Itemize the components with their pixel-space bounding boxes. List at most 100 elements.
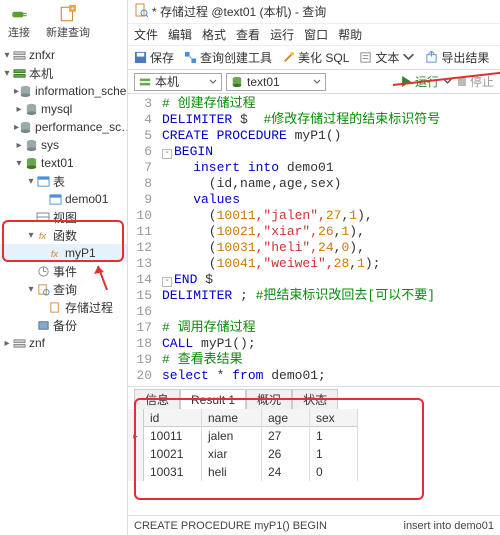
col-name[interactable]: name [202,409,262,427]
connection-tree[interactable]: ▾znfxr ▾本机 ▸information_sche… ▸mysql ▸pe… [0,42,127,356]
col-age[interactable]: age [262,409,310,427]
server-icon [12,48,26,62]
database-icon [19,84,32,98]
tree-item-mysql[interactable]: ▸mysql [0,100,127,118]
wand-icon [282,51,295,64]
menu-view[interactable]: 查看 [236,26,260,43]
toolbar: 保存 查询创建工具 美化 SQL 文本 导出结果 [128,46,500,70]
text-button[interactable]: 文本 [359,49,415,66]
status-bar: CREATE PROCEDURE myP1() BEGIN insert int… [128,515,500,535]
tree-item-localhost[interactable]: ▾本机 [0,64,127,82]
menu-run[interactable]: 运行 [270,26,294,43]
views-icon [36,210,50,224]
tree-item-perf-schema[interactable]: ▸performance_sc… [0,118,127,136]
tree-item-functions[interactable]: ▾fx函数 [0,226,127,244]
status-left: CREATE PROCEDURE myP1() BEGIN [134,520,327,532]
grid-row[interactable]: ▸ 10011 jalen 27 1 [128,427,500,445]
tab-info[interactable]: 信息 [134,389,180,409]
grid-row[interactable]: 10031 heli 24 0 [128,463,500,481]
tree-item-sys[interactable]: ▸sys [0,136,127,154]
tree-item-backups[interactable]: 备份 [0,316,127,334]
save-icon [134,51,147,64]
svg-text:fx: fx [50,249,58,259]
line-gutter: 34567891011121314151617181920 [128,94,158,386]
server-icon [12,66,26,80]
new-query-icon: + [59,5,77,23]
database-icon [19,120,32,134]
stop-icon [457,77,467,87]
database-icon [24,102,38,116]
chevron-down-icon [402,51,415,64]
play-icon [401,76,412,87]
tree-item-myp1[interactable]: fxmyP1 [0,244,127,262]
server-icon [139,76,151,88]
col-sex[interactable]: sex [310,409,358,427]
query-builder-icon [184,51,197,64]
text-icon [359,51,372,64]
new-query-label: 新建查询 [46,24,90,40]
export-icon [425,51,438,64]
tree-item-demo01[interactable]: demo01 [0,190,127,208]
chevron-down-icon [209,78,217,86]
run-button[interactable]: 运行 [401,73,453,90]
connect-button[interactable]: 连接 [4,3,34,42]
window-title-bar: * 存储过程 @text01 (本机) - 查询 [128,0,500,24]
tree-item-events[interactable]: 事件 [0,262,127,280]
beautify-button[interactable]: 美化 SQL [282,49,349,66]
sql-editor[interactable]: 34567891011121314151617181920 # 创建存储过程 D… [128,94,500,386]
event-icon [36,264,50,278]
menu-edit[interactable]: 编辑 [168,26,192,43]
tree-item-info-schema[interactable]: ▸information_sche… [0,82,127,100]
tree-item-znf[interactable]: ▸znf [0,334,127,352]
menu-help[interactable]: 帮助 [338,26,362,43]
tab-status[interactable]: 状态 [292,389,338,409]
context-bar: 本机 text01 运行 停止 [128,70,500,94]
query-icon [48,300,62,314]
tree-item-znfxr[interactable]: ▾znfxr [0,46,127,64]
tree-item-views[interactable]: 视图 [0,208,127,226]
stop-button[interactable]: 停止 [457,73,494,90]
window-title: * 存储过程 @text01 (本机) - 查询 [152,3,326,20]
menu-format[interactable]: 格式 [202,26,226,43]
tab-result1[interactable]: Result 1 [180,389,246,409]
tree-item-sp-query[interactable]: 存储过程 [0,298,127,316]
tree-item-queries[interactable]: ▾查询 [0,280,127,298]
database-combo[interactable]: text01 [226,73,326,91]
menu-file[interactable]: 文件 [134,26,158,43]
svg-text:fx: fx [38,231,46,241]
chevron-down-icon [313,78,321,86]
server-icon [12,336,26,350]
connect-label: 连接 [8,24,30,40]
tree-item-text01[interactable]: ▾text01 [0,154,127,172]
menu-bar: 文件 编辑 格式 查看 运行 窗口 帮助 [128,24,500,46]
function-icon: fx [48,246,62,260]
tables-icon [36,174,50,188]
query-builder-button[interactable]: 查询创建工具 [184,49,272,66]
database-icon [231,76,243,88]
result-tabs: 信息 Result 1 概况 状态 [128,387,500,409]
result-panel: 信息 Result 1 概况 状态 id name age sex ▸ 1001… [128,386,500,481]
col-id[interactable]: id [144,409,202,427]
connection-combo[interactable]: 本机 [134,73,222,91]
tree-item-tables[interactable]: ▾表 [0,172,127,190]
query-icon [36,282,50,296]
export-button[interactable]: 导出结果 [425,49,489,66]
result-grid[interactable]: id name age sex ▸ 10011 jalen 27 1 10021… [128,409,500,481]
grid-header: id name age sex [128,409,500,427]
query-file-icon [134,3,148,20]
database-icon [24,156,38,170]
save-button[interactable]: 保存 [134,49,174,66]
new-query-button[interactable]: + 新建查询 [42,3,94,42]
function-icon: fx [36,228,50,242]
status-right: insert into demo01 [404,520,495,532]
svg-text:+: + [71,6,75,13]
backup-icon [36,318,50,332]
code-content: # 创建存储过程 DELIMITER $ #修改存储过程的结束标识符号 CREA… [158,94,444,386]
grid-row[interactable]: 10021 xiar 26 1 [128,445,500,463]
menu-window[interactable]: 窗口 [304,26,328,43]
plug-icon [10,5,28,23]
database-icon [24,138,38,152]
chevron-down-icon [442,76,453,87]
tab-summary[interactable]: 概况 [246,389,292,409]
table-icon [48,192,62,206]
